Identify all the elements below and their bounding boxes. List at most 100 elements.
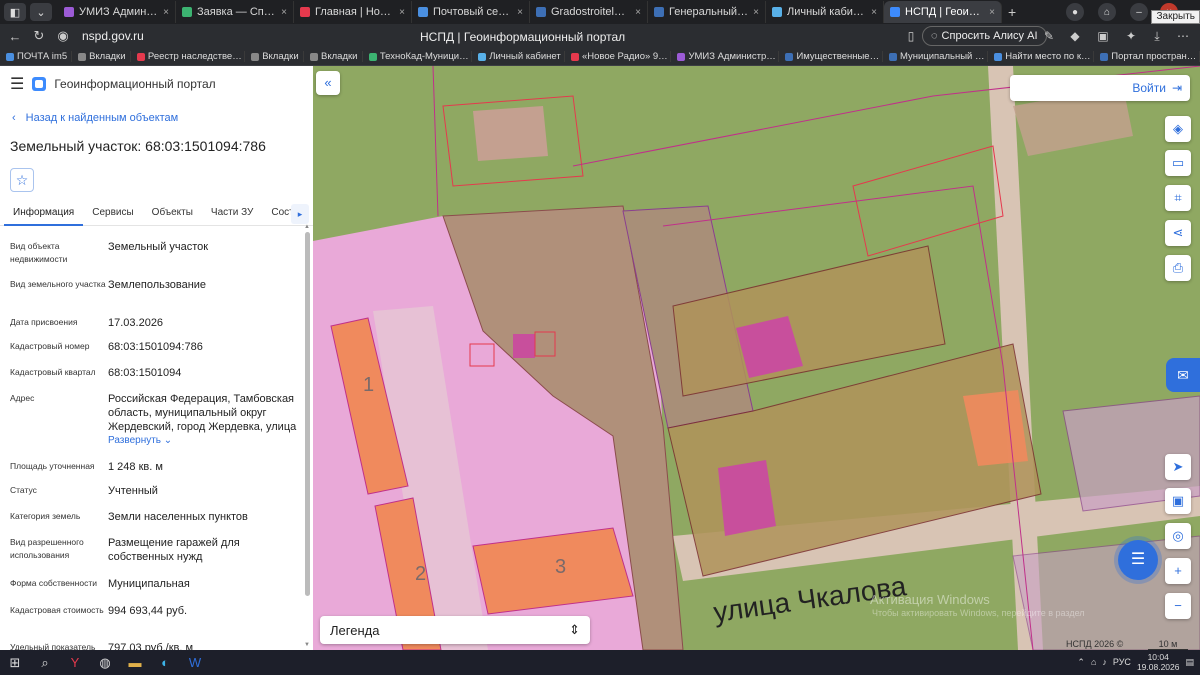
back-to-results-link[interactable]: ‹ Назад к найденным объектам xyxy=(12,112,313,124)
bookmark-item[interactable]: Вкладки xyxy=(245,51,305,62)
hamburger-menu-icon[interactable]: ☰ xyxy=(10,74,24,94)
browser-tab-5[interactable]: Генеральный план × xyxy=(648,1,766,23)
tab-close-icon[interactable]: × xyxy=(635,7,641,18)
bookmark-item[interactable]: Вкладки xyxy=(304,51,363,62)
chrome-icon[interactable]: ◍ xyxy=(90,650,120,675)
yandex-browser-icon[interactable]: Y xyxy=(60,650,90,675)
language-indicator[interactable]: РУС xyxy=(1113,657,1131,667)
measure-button[interactable]: ▭ xyxy=(1165,150,1191,176)
tab-label: НСПД | Геоинформационный портал xyxy=(905,6,984,18)
browser-tab-1[interactable]: Заявка — Список заявок × xyxy=(176,1,294,23)
bookmark-item[interactable]: «Новое Радио» 9… xyxy=(565,51,672,62)
print-button[interactable]: ⎙ xyxy=(1165,255,1191,281)
ask-alisa-button[interactable]: ◌ Спросить Алису AI xyxy=(922,26,1047,46)
browser-menu-icon[interactable]: ◧ xyxy=(4,3,26,21)
browser-tab-3[interactable]: Почтовый сервер Правительства × xyxy=(412,1,530,23)
tab-close-icon[interactable]: × xyxy=(399,7,405,18)
tab-label: Генеральный план xyxy=(669,6,748,18)
favorite-star-button[interactable]: ☆ xyxy=(10,168,34,192)
bookmark-item[interactable]: УМИЗ Администр… xyxy=(671,51,780,62)
login-button[interactable]: Войти ⇥ xyxy=(1010,75,1190,101)
url-field[interactable]: nspd.gov.ru xyxy=(82,29,144,43)
volume-icon[interactable]: ♪ xyxy=(1102,657,1107,667)
notifications-icon[interactable]: ▤ xyxy=(1185,657,1194,668)
info-tab-0[interactable]: Информация xyxy=(4,202,84,226)
bookmark-page-icon[interactable]: ▯ xyxy=(904,29,918,43)
folder-icon[interactable]: ▬ xyxy=(120,650,150,675)
word-icon[interactable]: W xyxy=(180,650,210,675)
menu-icon[interactable]: ⋯ xyxy=(1176,29,1190,43)
geolocation-button[interactable]: ◎ xyxy=(1165,523,1191,549)
info-tab-2[interactable]: Объекты xyxy=(143,202,202,226)
bookmark-item[interactable]: Портал простран… xyxy=(1094,51,1200,62)
scroll-up-icon[interactable]: ▲ xyxy=(304,224,310,230)
browser-tab-4[interactable]: Gradostroitel_nye_reglamenty × xyxy=(530,1,648,23)
vpn-icon[interactable]: ▣ xyxy=(1096,29,1110,43)
scroll-down-icon[interactable]: ▼ xyxy=(304,642,310,648)
property-row: Вид земельного участка Землепользование xyxy=(10,278,300,292)
chat-button[interactable]: ☰ xyxy=(1118,540,1158,580)
locate-button[interactable]: ➤ xyxy=(1165,454,1191,480)
page-title: НСПД | Геоинформационный портал xyxy=(420,30,626,44)
property-value: Российская Федерация, Тамбовская область… xyxy=(108,392,300,448)
side-widget-button[interactable]: ✉ xyxy=(1166,358,1200,392)
windows-start-icon[interactable]: ⊞ xyxy=(0,650,30,675)
small-building xyxy=(513,334,535,358)
map-canvas[interactable]: 1 2 3 улица Чкалова xyxy=(313,66,1200,650)
bookmark-item[interactable]: Муниципальный … xyxy=(883,51,989,62)
search-icon[interactable]: ⌕ xyxy=(30,650,60,675)
clock[interactable]: 10:04 19.08.2026 xyxy=(1137,652,1180,672)
share-button[interactable]: ⋖ xyxy=(1165,220,1191,246)
new-tab-button[interactable]: + xyxy=(1008,4,1016,20)
cadastral-map[interactable]: 1 2 3 улица Чкалова xyxy=(313,66,1200,650)
network-icon[interactable]: ⌂ xyxy=(1091,657,1096,667)
bookmark-item[interactable]: Вкладки xyxy=(72,51,131,62)
browser-tab-0[interactable]: УМИЗ Администрации × xyxy=(58,1,176,23)
browser-tab-6[interactable]: Личный кабинет × xyxy=(766,1,884,23)
tab-close-icon[interactable]: × xyxy=(281,7,287,18)
bookmark-item[interactable]: ПОЧТА im5 xyxy=(0,51,73,62)
profile-icon[interactable]: ● xyxy=(1066,3,1084,21)
shield-icon[interactable]: ◆ xyxy=(1068,29,1082,43)
tab-close-icon[interactable]: × xyxy=(163,7,169,18)
minimap-button[interactable]: ▣ xyxy=(1165,488,1191,514)
info-tab-3[interactable]: Части ЗУ xyxy=(202,202,262,226)
minimize-icon[interactable]: – xyxy=(1130,3,1148,21)
collapse-panel-button[interactable]: « xyxy=(316,71,340,95)
extension-icon[interactable]: ✎ xyxy=(1042,29,1056,43)
expand-address-link[interactable]: Развернуть ⌄ xyxy=(108,434,300,448)
browser-tab-7[interactable]: НСПД | Геоинформационный портал × xyxy=(884,1,1002,23)
back-arrow-icon[interactable]: ← xyxy=(6,29,24,44)
select-area-button[interactable]: ⌗ xyxy=(1165,185,1191,211)
tab-close-icon[interactable]: × xyxy=(989,7,995,18)
bookmark-item[interactable]: Найти место по к… xyxy=(988,51,1095,62)
tab-close-icon[interactable]: × xyxy=(871,7,877,18)
tabs-dropdown-icon[interactable]: ⌄ xyxy=(30,3,52,21)
zoom-out-button[interactable]: − xyxy=(1165,593,1191,619)
bookmark-item[interactable]: Личный кабинет xyxy=(472,51,565,62)
browser-tab-2[interactable]: Главная | Новое Радио × xyxy=(294,1,412,23)
edge-icon[interactable]: ◐ xyxy=(150,650,180,675)
tab-label: Почтовый сервер Правительства xyxy=(433,6,512,18)
bookmark-label: Вкладки xyxy=(89,51,126,62)
tab-favicon-icon xyxy=(890,7,900,17)
layers-button[interactable]: ◈ xyxy=(1165,116,1191,142)
tab-close-icon[interactable]: × xyxy=(753,7,759,18)
bookmark-item[interactable]: ТехноКад-Муници… xyxy=(363,51,473,62)
download-icon[interactable]: ⤓ xyxy=(1150,29,1164,43)
tray-arrow-icon[interactable]: ⌃ xyxy=(1077,657,1085,668)
property-row: Кадастровая стоимость 994 693,44 руб. xyxy=(10,604,300,618)
info-tab-1[interactable]: Сервисы xyxy=(83,202,142,226)
reload-icon[interactable]: ↻ xyxy=(30,28,48,44)
puzzle-icon[interactable]: ✦ xyxy=(1124,29,1138,43)
site-info-icon[interactable]: ◉ xyxy=(54,28,72,44)
legend-dropdown[interactable]: Легенда ⇕ xyxy=(320,616,590,644)
tabs-next-button[interactable]: ▸ xyxy=(291,204,309,224)
zoom-in-button[interactable]: + xyxy=(1165,558,1191,584)
bookmark-item[interactable]: Имущественные… xyxy=(779,51,883,62)
bookmark-icon[interactable]: ⌂ xyxy=(1098,3,1116,21)
property-key: Кадастровая стоимость xyxy=(10,605,104,615)
tab-close-icon[interactable]: × xyxy=(517,7,523,18)
bookmark-item[interactable]: Реестр наследстве… xyxy=(131,51,246,62)
panel-scrollbar[interactable] xyxy=(305,232,310,596)
